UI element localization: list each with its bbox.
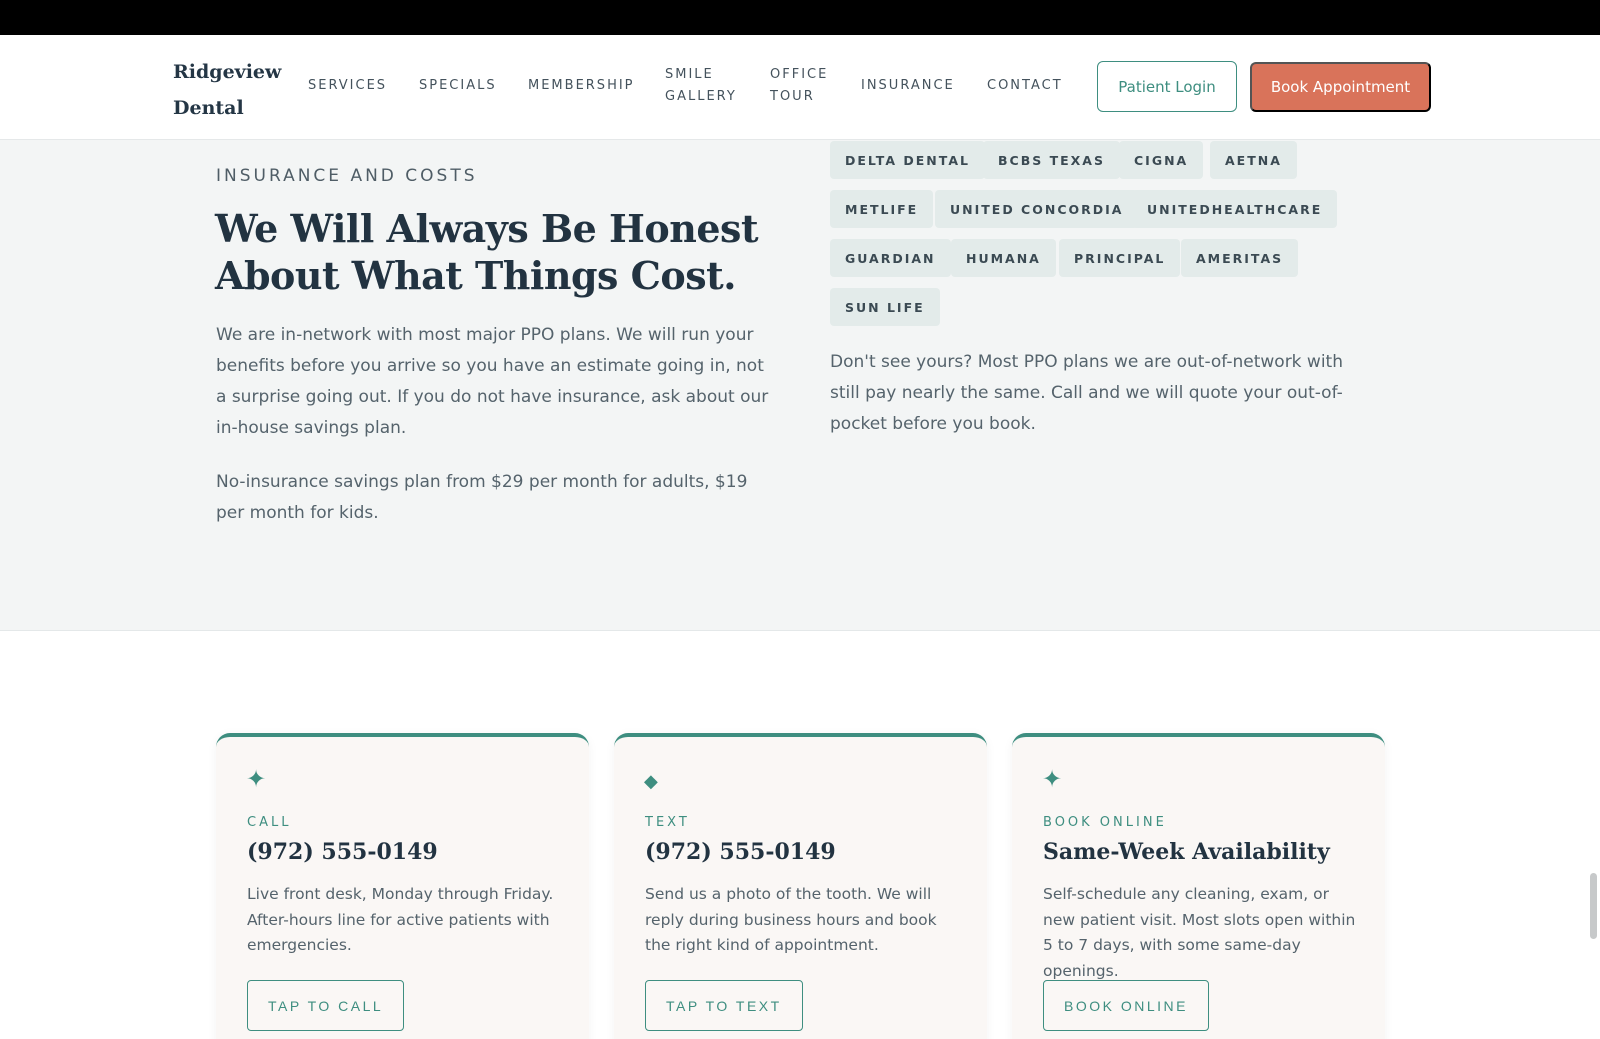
nav-contact[interactable]: CONTACT [987,75,1063,97]
nav-office-tour[interactable]: OFFICE TOUR [770,64,840,108]
contact-card-call: ✦ CALL (972) 555-0149 Live front desk, M… [216,733,589,1039]
out-of-network-note: Don't see yours? Most PPO plans we are o… [830,352,1343,434]
carrier-tag: HUMANA [951,239,1056,277]
card-description: Live front desk, Monday through Friday. … [247,885,554,954]
card-description: Send us a photo of the tooth. We will re… [645,885,937,954]
carrier-tag: METLIFE [830,190,934,228]
card-title: (972) 555-0149 [247,839,438,865]
card-title: (972) 555-0149 [645,839,836,865]
contact-card-book-online: ✦ BOOK ONLINE Same-Week Availability Sel… [1012,733,1385,1039]
carrier-tag: BCBS TEXAS [983,141,1120,179]
insurance-section: INSURANCE AND COSTS We Will Always Be Ho… [0,140,1600,631]
carrier-tag: PRINCIPAL [1059,239,1181,277]
book-appointment-button[interactable]: Book Appointment [1250,62,1431,112]
section-eyebrow: INSURANCE AND COSTS [216,166,478,186]
nav-specials[interactable]: SPECIALS [419,75,497,97]
tap-to-text-button[interactable]: TAP TO TEXT [645,980,803,1031]
carrier-tag: UNITEDHEALTHCARE [1132,190,1338,228]
carrier-tag: CIGNA [1119,141,1204,179]
contact-card-text: ◆ TEXT (972) 555-0149 Send us a photo of… [614,733,987,1039]
nav-insurance[interactable]: INSURANCE [861,75,955,97]
nav-membership[interactable]: MEMBERSHIP [528,75,635,97]
section-headline: We Will Always Be Honest About What Thin… [215,206,759,298]
nav-smile-gallery[interactable]: SMILE GALLERY [665,64,751,108]
patient-login-button[interactable]: Patient Login [1097,61,1237,112]
card-label: TEXT [645,815,690,830]
book-online-button[interactable]: BOOK ONLINE [1043,980,1209,1031]
browser-top-bar [0,0,1600,35]
tap-to-call-button[interactable]: TAP TO CALL [247,980,405,1031]
carrier-tag: UNITED CONCORDIA [935,190,1139,228]
diamond-icon: ◆ [644,771,658,792]
savings-plan-paragraph: No-insurance savings plan from $29 per m… [216,472,748,523]
card-label: CALL [247,815,292,830]
site-logo[interactable]: Ridgeview Dental [173,54,283,126]
nav-services[interactable]: SERVICES [308,75,387,97]
site-header: Ridgeview Dental SERVICES SPECIALS MEMBE… [0,35,1600,140]
sparkle-icon: ✦ [246,765,267,793]
carrier-tag: SUN LIFE [830,288,940,326]
insurance-paragraph: We are in-network with most major PPO pl… [216,325,769,438]
page-scrollbar[interactable] [1590,873,1597,939]
carrier-tag: GUARDIAN [830,239,951,277]
card-title: Same-Week Availability [1043,839,1330,865]
carrier-tag: AMERITAS [1181,239,1299,277]
card-label: BOOK ONLINE [1043,815,1167,830]
card-description: Self-schedule any cleaning, exam, or new… [1043,885,1356,980]
carrier-tag: DELTA DENTAL [830,141,985,179]
sparkle-icon: ✦ [1042,765,1063,793]
carrier-tag: AETNA [1210,141,1297,179]
